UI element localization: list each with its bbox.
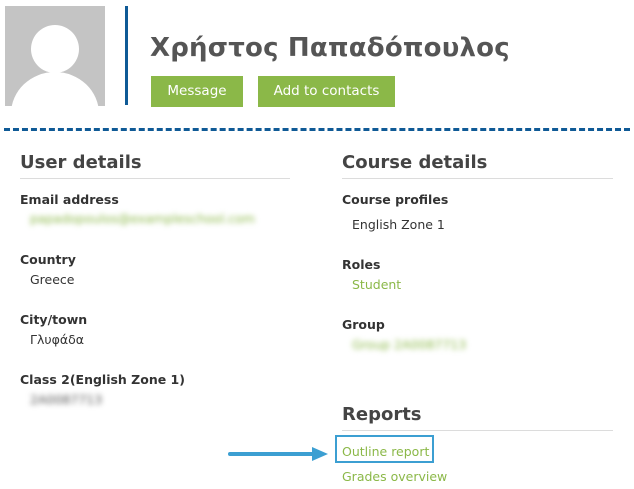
course-profiles-label: Course profiles [342, 192, 449, 207]
city-value: Γλυφάδα [30, 332, 84, 347]
reports-rule [342, 430, 613, 431]
group-link[interactable]: Group 2A0087713 [352, 337, 466, 352]
grades-overview-link[interactable]: Grades overview [342, 469, 447, 484]
message-button[interactable]: Message [151, 76, 243, 107]
email-label: Email address [20, 192, 119, 207]
user-details-rule [20, 178, 290, 179]
header-separator [4, 128, 630, 131]
page-title: Χρήστος Παπαδόπουλος [150, 33, 510, 63]
course-profile-item[interactable]: English Zone 1 [352, 217, 445, 232]
role-student-link[interactable]: Student [352, 277, 401, 292]
city-label: City/town [20, 312, 88, 327]
group-label: Group [342, 317, 385, 332]
country-value: Greece [30, 272, 75, 287]
header-divider [125, 6, 128, 105]
class-label: Class 2(English Zone 1) [20, 372, 185, 387]
course-details-title: Course details [342, 152, 488, 173]
course-details-rule [342, 178, 613, 179]
arrow-right-icon [228, 447, 328, 461]
roles-label: Roles [342, 257, 381, 272]
class-value: 2A0087713 [30, 392, 103, 407]
add-to-contacts-button[interactable]: Add to contacts [258, 76, 395, 107]
user-details-title: User details [20, 152, 142, 173]
email-link[interactable]: papadopoulos@exampleschool.com [30, 211, 255, 226]
outline-report-link[interactable]: Outline report [342, 444, 429, 459]
country-label: Country [20, 252, 76, 267]
user-silhouette-icon [5, 6, 105, 106]
reports-title: Reports [342, 404, 422, 425]
avatar [5, 6, 105, 106]
